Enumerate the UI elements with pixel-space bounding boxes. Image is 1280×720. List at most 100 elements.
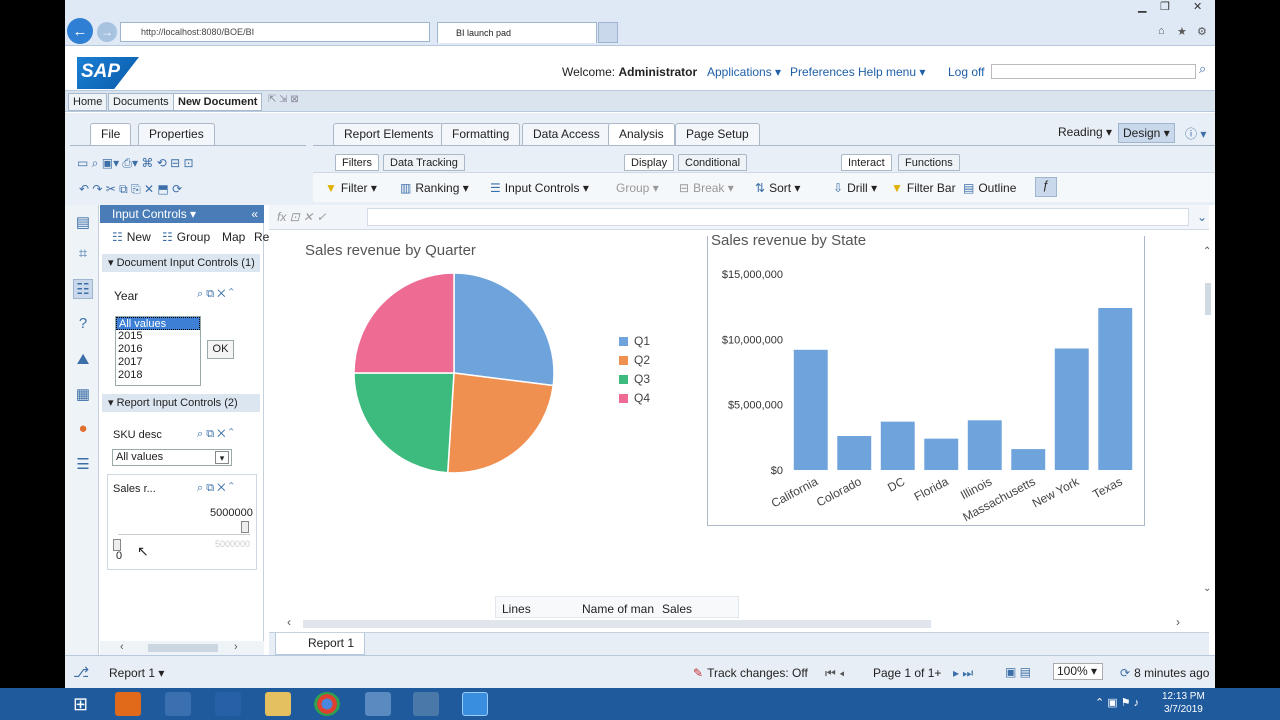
chrome-icon[interactable] — [314, 692, 340, 716]
subtab-filters[interactable]: Filters — [335, 154, 379, 171]
sku-control-icons[interactable]: ⌕ ⧉ ✕ ⌃ — [197, 428, 234, 441]
browser-tab[interactable]: BI launch pad — [437, 22, 597, 43]
re-button[interactable]: Re — [254, 230, 269, 244]
bar-massachusetts[interactable] — [1011, 449, 1046, 470]
ok-button[interactable]: OK — [207, 340, 234, 359]
restore-icon[interactable]: ❐ — [1160, 0, 1170, 13]
objects-icon[interactable]: ● — [73, 420, 93, 440]
sort-button[interactable]: ⇅ Sort ▾ — [755, 181, 800, 195]
bar-colorado[interactable] — [837, 436, 872, 470]
expand-formula-icon[interactable]: ⌄ — [1197, 210, 1207, 224]
tab-new-document[interactable]: New Document — [173, 93, 263, 111]
report-input-controls-section[interactable]: ▾ Report Input Controls (2) — [102, 394, 260, 412]
group-control-button[interactable]: ☷ Group — [162, 230, 210, 244]
search-icon[interactable]: ⌕ — [1199, 61, 1206, 77]
file-tool-icons[interactable]: ▭ ⌕ ▣▾ ⎙▾ ⌘ ⟲ ⊟ ⊡ — [77, 156, 194, 171]
app-icon[interactable] — [365, 692, 391, 716]
sku-select[interactable]: All values ▾ — [112, 449, 232, 466]
pie-slice-q4[interactable] — [353, 272, 455, 374]
map-button[interactable]: Map — [222, 230, 245, 244]
slider-track[interactable] — [118, 534, 250, 535]
subtab-display[interactable]: Display — [624, 154, 675, 171]
search-input[interactable] — [991, 64, 1196, 79]
filter-bar-button[interactable]: ▼ Filter Bar — [891, 181, 956, 195]
bar-illinois[interactable] — [967, 420, 1002, 470]
tab-file[interactable]: File — [90, 123, 132, 145]
report-1-tab[interactable]: Report 1 — [275, 633, 365, 655]
sales-control-icons[interactable]: ⌕ ⧉ ✕ ⌃ — [197, 482, 234, 495]
back-icon[interactable]: ← — [67, 18, 93, 44]
design-mode[interactable]: Design ▾ — [1118, 123, 1175, 143]
outline-button[interactable]: ▤ Outline — [963, 181, 1016, 195]
bar-dc[interactable] — [880, 421, 915, 470]
ranking-button[interactable]: ▥ Ranking ▾ — [400, 181, 469, 195]
formula-input[interactable] — [367, 208, 1189, 226]
reading-mode[interactable]: Reading ▾ — [1058, 125, 1112, 139]
tree-icon[interactable]: ⎇ — [73, 664, 89, 681]
pie-slice-q2[interactable] — [446, 372, 555, 474]
tab-report-elements[interactable]: Report Elements — [333, 123, 445, 145]
new-control-button[interactable]: ☷ New — [112, 230, 151, 244]
network-icon[interactable] — [413, 692, 439, 716]
column-lines[interactable]: Lines — [502, 602, 531, 616]
server-manager-icon[interactable] — [165, 692, 191, 716]
input-controls-nav-icon[interactable]: ☷ — [73, 279, 93, 299]
subtab-functions[interactable]: Functions — [898, 154, 960, 171]
year-option-2016[interactable]: 2016 — [116, 343, 200, 356]
year-listbox[interactable]: All values 2015 2016 2017 2018 — [115, 316, 201, 386]
zoom-select[interactable]: 100% ▾ — [1053, 663, 1103, 680]
subtab-interact[interactable]: Interact — [841, 154, 892, 171]
year-option-2018[interactable]: 2018 — [116, 369, 200, 382]
favorites-icon[interactable]: ★ — [1177, 25, 1187, 38]
web-service-icon[interactable]: ⛰ — [73, 351, 93, 371]
powershell-icon[interactable] — [215, 692, 241, 716]
break-button[interactable]: ⊟ Break ▾ — [679, 181, 734, 195]
home-icon[interactable]: ⌂ — [1158, 25, 1165, 37]
edit-tool-icons[interactable]: ↶ ↷ ✂ ⧉ ⎘ ✕ ⬒ ⟳ — [79, 182, 182, 197]
new-tab-button[interactable] — [598, 22, 618, 43]
address-bar[interactable]: http://localhost:8080/BOE/BI — [120, 22, 430, 42]
year-option-2015[interactable]: 2015 — [116, 330, 200, 343]
preferences-link[interactable]: Preferences — [790, 65, 855, 79]
tab-page-setup[interactable]: Page Setup — [675, 123, 760, 145]
panel-scrollbar[interactable]: ‹ › — [100, 641, 264, 655]
page-indicator[interactable]: Page 1 of 1+ — [873, 666, 941, 680]
bar-california[interactable] — [793, 349, 828, 470]
year-option-all[interactable]: All values — [116, 317, 200, 330]
firefox-icon[interactable] — [115, 692, 141, 716]
formula-icons[interactable]: fx ⊡ ✕ ✓ — [277, 210, 327, 224]
question-icon[interactable]: ? — [73, 315, 93, 335]
filter-button[interactable]: ▼ Filter ▾ — [325, 181, 377, 195]
tab-documents[interactable]: Documents — [108, 93, 174, 111]
bar-texas[interactable] — [1098, 307, 1133, 470]
year-control-icons[interactable]: ⌕ ⧉ ✕ ⌃ — [197, 288, 234, 301]
next-page-icon[interactable]: ▸ ⏭ — [953, 666, 973, 681]
scroll-right-icon[interactable]: › — [234, 641, 238, 653]
comments-icon[interactable]: ☰ — [73, 455, 93, 475]
collapse-icon[interactable]: « — [251, 205, 258, 223]
horizontal-scrollbar[interactable]: ‹ › — [283, 615, 1203, 631]
track-changes[interactable]: ✎ Track changes: Off — [693, 666, 808, 680]
chevron-down-icon[interactable]: ▾ — [215, 451, 229, 464]
scroll-thumb[interactable] — [148, 644, 218, 652]
subtab-conditional[interactable]: Conditional — [678, 154, 748, 171]
pie-slice-q3[interactable] — [353, 372, 455, 474]
subtab-data-tracking[interactable]: Data Tracking — [383, 154, 465, 171]
drill-button[interactable]: ⇩ Drill ▾ — [833, 181, 877, 195]
tab-data-access[interactable]: Data Access — [522, 123, 611, 145]
logoff-link[interactable]: Log off — [948, 65, 984, 79]
page-view-icons[interactable]: ▣ ▤ — [1005, 665, 1031, 679]
forward-icon[interactable]: → — [97, 22, 117, 42]
slider-handle-max[interactable] — [241, 521, 249, 533]
tray-icons[interactable]: ⌃ ▣ ⚑ ♪ — [1095, 696, 1139, 709]
bar-chart[interactable]: $0 $5,000,000 $10,000,000 $15,000,000 Califo… — [707, 250, 1147, 530]
data-icon[interactable]: ▦ — [73, 385, 93, 405]
year-option-2017[interactable]: 2017 — [116, 356, 200, 369]
internet-explorer-icon[interactable] — [462, 692, 488, 716]
first-page-icon[interactable]: ⏮ ◂ — [825, 666, 845, 681]
document-structure-icon[interactable]: ▤ — [73, 213, 93, 233]
windows-start-icon[interactable]: ⊞ — [73, 694, 88, 715]
tab-home[interactable]: Home — [68, 93, 108, 111]
applications-menu[interactable]: Applications ▾ — [707, 65, 781, 79]
vertical-scrollbar[interactable]: ⌃ ⌄ — [1203, 238, 1213, 602]
